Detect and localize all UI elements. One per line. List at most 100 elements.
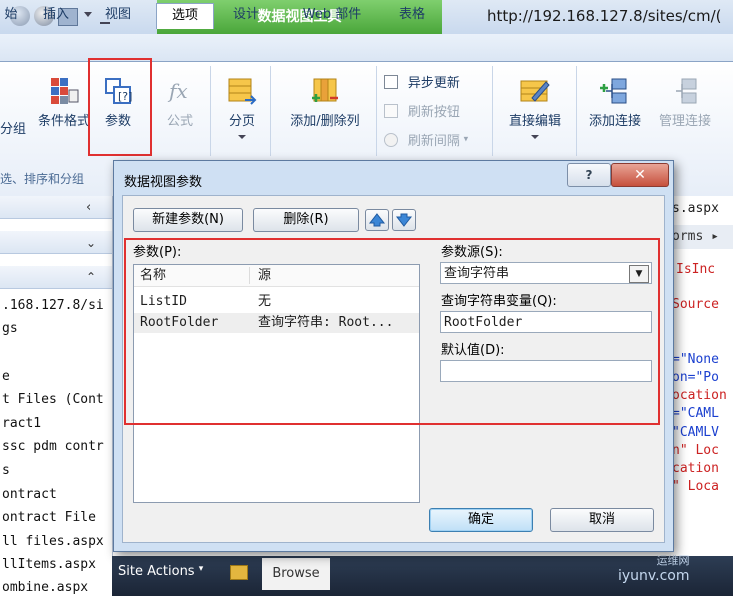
url-text: http://192.168.127.8/sites/cm/( [487, 7, 722, 25]
cancel-button[interactable]: 取消 [550, 508, 654, 532]
watermark-line2: iyunv.com [618, 568, 690, 584]
inline-edit-dropdown-icon [531, 135, 539, 139]
folder-icon[interactable] [230, 565, 248, 580]
ribbon-separator [376, 66, 377, 156]
group-label: 分组 [0, 122, 27, 137]
clock-icon [384, 132, 398, 147]
editor-tab[interactable]: s.aspx [672, 201, 719, 216]
breadcrumb-arrow-icon: ▸ [711, 229, 719, 244]
paging-dropdown-icon [238, 135, 246, 139]
tab-web-part[interactable]: Web 部件 [284, 3, 380, 27]
nav-item[interactable]: ssc pdm contr [2, 439, 104, 454]
paging-icon [228, 78, 257, 105]
conditional-format-button[interactable]: 条件格式 [32, 76, 96, 129]
nav-item[interactable]: .168.127.8/si [2, 298, 104, 313]
async-update-checkbox[interactable]: 异步更新 [384, 72, 460, 91]
add-connection-button[interactable]: 添加连接 [580, 76, 650, 129]
nav-item[interactable]: ombine.aspx [2, 580, 88, 595]
tab-options[interactable]: 选项 [156, 3, 214, 29]
code-line: on="Po [672, 370, 719, 385]
dropdown-arrow-icon[interactable] [84, 12, 92, 17]
refresh-interval-label: 刷新间隔 [407, 134, 460, 149]
add-remove-columns-label: 添加/删除列 [290, 114, 360, 129]
formula-button[interactable]: fx 公式 [160, 76, 200, 129]
manage-connection-button[interactable]: 管理连接 [650, 76, 720, 129]
ribbon-separator [210, 66, 211, 156]
refresh-button-label: 刷新按钮 [407, 105, 460, 120]
tab-home[interactable]: 始 [0, 3, 22, 27]
refresh-button-box[interactable] [384, 103, 398, 118]
collapse-left-icon[interactable]: ‹ [86, 200, 91, 215]
formula-label: 公式 [166, 114, 193, 129]
ribbon-group-label: 选、排序和分组 [0, 172, 85, 186]
add-remove-columns-icon [312, 78, 338, 102]
code-line: " Loca [672, 479, 719, 494]
manage-connection-label: 管理连接 [658, 114, 711, 129]
arrow-down-icon [395, 213, 413, 227]
close-button[interactable]: ✕ [611, 163, 669, 187]
manage-connection-icon [676, 78, 697, 104]
code-line: "CAMLV [672, 425, 719, 440]
tab-table[interactable]: 表格 [392, 3, 432, 27]
code-line: n" Loc [672, 443, 719, 458]
nav-item[interactable]: ll files.aspx [2, 534, 104, 549]
move-up-button[interactable] [365, 209, 389, 231]
group-button[interactable]: 分组 [0, 118, 26, 137]
tab-design[interactable]: 设计 [224, 3, 268, 27]
code-line: ="None [672, 352, 719, 367]
editor-breadcrumb[interactable]: orms ▸ [672, 229, 719, 244]
ok-button[interactable]: 确定 [429, 508, 533, 532]
site-actions-arrow-icon: ▾ [198, 564, 204, 574]
add-connection-label: 添加连接 [588, 114, 641, 129]
browse-tab[interactable]: Browse [262, 558, 330, 590]
add-remove-columns-button[interactable]: 添加/删除列 [280, 76, 370, 129]
site-actions-menu[interactable]: Site Actions ▾ [118, 564, 203, 579]
nav-item[interactable]: e [2, 369, 10, 384]
inline-edit-label: 直接编辑 [508, 114, 561, 129]
inline-edit-icon [520, 80, 550, 102]
nav-item[interactable]: s [2, 463, 10, 478]
parameters-highlight-box [88, 58, 152, 156]
svg-text:fx: fx [167, 79, 188, 103]
nav-item[interactable]: llItems.aspx [2, 557, 96, 572]
nav-item[interactable]: t Files (Cont [2, 392, 104, 407]
code-line: Source [672, 297, 719, 312]
parameters-highlight-box [124, 238, 660, 425]
ribbon-separator [270, 66, 271, 156]
refresh-interval-menu[interactable]: 刷新间隔 ▾ [384, 130, 468, 149]
inline-edit-button[interactable]: 直接编辑 [500, 76, 570, 139]
chevron-down-icon[interactable]: ⌄ [86, 236, 96, 250]
ribbon-separator [492, 66, 493, 156]
async-update-label: 异步更新 [407, 76, 460, 91]
refresh-button-checkbox[interactable]: 刷新按钮 [384, 101, 460, 120]
help-button[interactable]: ? [567, 163, 611, 187]
conditional-format-label: 条件格式 [37, 114, 90, 129]
code-line: ="CAML [672, 406, 719, 421]
conditional-format-icon [51, 78, 79, 104]
move-down-button[interactable] [392, 209, 416, 231]
nav-item[interactable]: ract1 [2, 416, 41, 431]
nav-item[interactable]: ontract File [2, 510, 96, 525]
async-update-box[interactable] [384, 74, 398, 89]
new-parameter-button[interactable]: 新建参数(N) [133, 208, 243, 232]
tab-view[interactable]: 视图 [98, 3, 138, 27]
fx-icon: fx [167, 79, 188, 103]
add-connection-icon [600, 78, 627, 104]
watermark-line1: 运维网 [656, 554, 690, 567]
delete-parameter-button[interactable]: 删除(R) [253, 208, 359, 232]
nav-panel-header [0, 196, 112, 219]
paging-label: 分页 [228, 114, 255, 129]
dialog-title: 数据视图参数 [124, 175, 203, 190]
tab-insert[interactable]: 插入 [36, 3, 76, 27]
watermark: 运维网 iyunv.com [618, 552, 689, 584]
editor-breadcrumb-label: orms [672, 229, 704, 244]
ribbon-separator [576, 66, 577, 156]
code-line: cation [672, 461, 719, 476]
nav-item[interactable]: ontract [2, 487, 57, 502]
paging-button[interactable]: 分页 [220, 76, 264, 139]
nav-item[interactable]: gs [2, 321, 18, 336]
refresh-interval-arrow-icon: ▾ [463, 134, 469, 145]
code-line: ocation [672, 388, 727, 403]
arrow-up-icon [368, 213, 386, 227]
chevron-up-icon[interactable]: ⌃ [86, 270, 96, 284]
